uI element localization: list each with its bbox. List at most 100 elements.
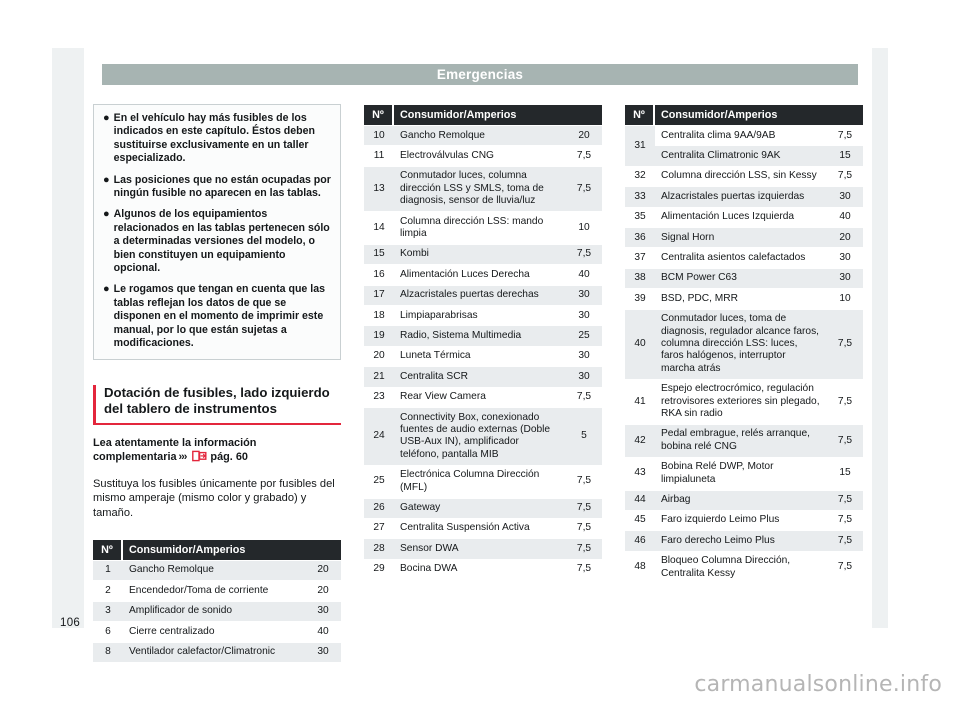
table-row: 43 Bobina Relé DWP, Motor limpialuneta 15 (625, 457, 863, 490)
cell-consumer: Alzacristales puertas derechas (394, 285, 566, 306)
table-row: 21 Centralita SCR 30 (364, 367, 602, 387)
cell-number: 28 (364, 539, 394, 559)
table-row: 37 Centralita asientos calefactados 30 (625, 248, 863, 268)
cell-number: 8 (93, 642, 123, 662)
cell-amperage: 7,5 (565, 387, 602, 408)
cell-consumer: Alzacristales puertas izquierdas (655, 187, 827, 207)
cell-amperage: 7,5 (826, 490, 863, 510)
cell-amperage: 7,5 (565, 559, 602, 580)
bullet-icon: ● (103, 173, 110, 186)
table-row: 27 Centralita Suspensión Activa 7,5 (364, 518, 602, 539)
cell-amperage: 7,5 (565, 244, 602, 265)
table-row: 29 Bocina DWA 7,5 (364, 559, 602, 580)
section-body-text: Sustituya los fusibles únicamente por fu… (93, 477, 335, 520)
table-row: 32 Columna dirección LSS, sin Kessy 7,5 (625, 166, 863, 187)
cell-number: 39 (625, 289, 655, 309)
cell-amperage: 20 (826, 228, 863, 248)
cell-consumer: Centralita Suspensión Activa (394, 518, 566, 539)
cell-consumer: Centralita clima 9AA/9AB (655, 126, 827, 146)
cell-consumer: Amplificador de sonido (123, 601, 305, 622)
cell-consumer: Bloqueo Columna Dirección, Centralita Ke… (655, 551, 827, 584)
cell-consumer: Rear View Camera (394, 387, 566, 408)
column-header-number: Nº (625, 105, 655, 125)
cell-amperage: 15 (826, 146, 863, 166)
cell-amperage: 30 (565, 346, 602, 367)
table-row: 19 Radio, Sistema Multimedia 25 (364, 326, 602, 346)
table-row: 39 BSD, PDC, MRR 10 (625, 289, 863, 309)
cell-number: 45 (625, 510, 655, 531)
cell-amperage: 40 (826, 207, 863, 228)
cell-number: 42 (625, 424, 655, 457)
section-cross-reference: Lea atentamente la información complemen… (93, 436, 341, 467)
note-item: ● Algunos de los equipamientos relaciona… (103, 208, 331, 275)
cell-number: 18 (364, 306, 394, 326)
column-right: Nº Consumidor/Amperios 31 Centralita clim… (625, 104, 863, 585)
cell-amperage: 30 (826, 187, 863, 207)
cell-amperage: 7,5 (826, 531, 863, 551)
table-row: 13 Conmutador luces, columna dirección LS… (364, 166, 602, 212)
cell-consumer: Conmutador luces, columna dirección LSS … (394, 166, 566, 212)
cell-consumer: Connectivity Box, conexionado fuentes de… (394, 408, 566, 465)
cell-number: 10 (364, 126, 394, 146)
table-row: 1 Gancho Remolque 20 (93, 560, 341, 581)
table-row: 45 Faro izquierdo Leimo Plus 7,5 (625, 510, 863, 531)
table-row: 16 Alimentación Luces Derecha 40 (364, 265, 602, 285)
cell-amperage: 20 (565, 126, 602, 146)
table-row: Centralita Climatronic 9AK 15 (625, 146, 863, 166)
cell-amperage: 40 (565, 265, 602, 285)
cell-number: 14 (364, 212, 394, 244)
bullet-icon: ● (103, 208, 110, 221)
running-head: Emergencias (102, 64, 858, 85)
cell-consumer: Centralita Climatronic 9AK (655, 146, 827, 166)
cell-consumer: Centralita asientos calefactados (655, 248, 827, 268)
cell-amperage: 7,5 (826, 309, 863, 379)
cell-number: 2 (93, 581, 123, 601)
table-row: 23 Rear View Camera 7,5 (364, 387, 602, 408)
cell-number: 32 (625, 166, 655, 187)
column-header-consumer: Consumidor/Amperios (123, 539, 341, 560)
cell-consumer: BCM Power C63 (655, 268, 827, 289)
table-row: 17 Alzacristales puertas derechas 30 (364, 285, 602, 306)
table-row: 3 Amplificador de sonido 30 (93, 601, 341, 622)
cell-number: 35 (625, 207, 655, 228)
table-row: 24 Connectivity Box, conexionado fuentes … (364, 408, 602, 465)
cell-number: 15 (364, 244, 394, 265)
note-item-text: En el vehículo hay más fusibles de los i… (113, 112, 315, 165)
cell-consumer: Conmutador luces, toma de diagnosis, reg… (655, 309, 827, 379)
cell-consumer: Gancho Remolque (123, 560, 305, 581)
cell-consumer: BSD, PDC, MRR (655, 289, 827, 309)
note-item-text: Algunos de los equipamientos relacionado… (113, 208, 330, 275)
cell-number: 20 (364, 346, 394, 367)
cell-consumer: Alimentación Luces Izquierda (655, 207, 827, 228)
table-row: 46 Faro derecho Leimo Plus 7,5 (625, 531, 863, 551)
table-row: 2 Encendedor/Toma de corriente 20 (93, 581, 341, 601)
cell-number: 19 (364, 326, 394, 346)
cell-consumer: Signal Horn (655, 228, 827, 248)
note-item: ● En el vehículo hay más fusibles de los… (103, 112, 331, 166)
cell-consumer: Gancho Remolque (394, 126, 566, 146)
table-row: 10 Gancho Remolque 20 (364, 126, 602, 146)
cell-number: 27 (364, 518, 394, 539)
table-row: 41 Espejo electrocrómico, regulación retr… (625, 379, 863, 424)
cell-amperage: 25 (565, 326, 602, 346)
cell-number: 16 (364, 265, 394, 285)
cell-number: 21 (364, 367, 394, 387)
column-header-number: Nº (93, 539, 123, 560)
fuse-table-left: Nº Consumidor/Amperios 1 Gancho Remolque 2… (93, 539, 341, 663)
cell-amperage: 7,5 (565, 146, 602, 166)
page-reference[interactable]: pág. 60 (210, 451, 248, 463)
cell-number: 29 (364, 559, 394, 580)
table-row: 6 Cierre centralizado 40 (93, 622, 341, 642)
watermark: carmanualsonline.info (694, 672, 942, 697)
note-item-text: Las posiciones que no están ocupadas por… (113, 173, 331, 200)
table-row: 33 Alzacristales puertas izquierdas 30 (625, 187, 863, 207)
cell-consumer: Airbag (655, 490, 827, 510)
page-number: 106 (60, 617, 81, 629)
cell-amperage: 40 (304, 622, 341, 642)
table-row: 18 Limpiaparabrisas 30 (364, 306, 602, 326)
cell-number: 46 (625, 531, 655, 551)
cell-consumer: Kombi (394, 244, 566, 265)
cell-consumer: Columna dirección LSS: mando limpia (394, 212, 566, 244)
table-header-row: Nº Consumidor/Amperios (364, 105, 602, 125)
cell-number: 41 (625, 379, 655, 424)
